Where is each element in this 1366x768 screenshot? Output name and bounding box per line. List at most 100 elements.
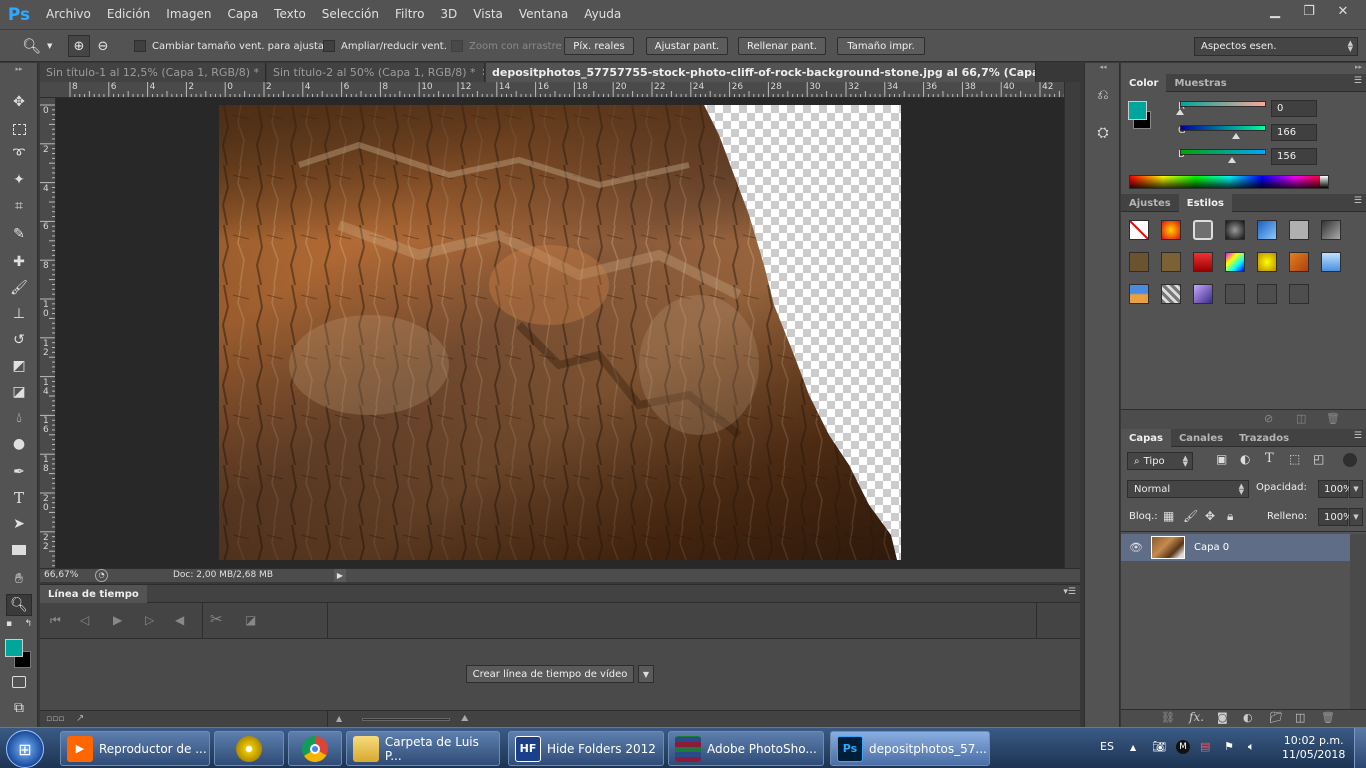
network-tray-icon[interactable]: ▤ — [1200, 740, 1210, 753]
actual-pixels-button[interactable]: Píx. reales — [564, 37, 634, 55]
horizontal-ruler[interactable]: 8 6 4 2 0 2 4 6 8 10 12 14 16 18 20 22 24 26 28 30 32 34 36 38 4… — [40, 82, 1064, 98]
g-slider[interactable] — [1180, 125, 1266, 131]
resize-window-option[interactable]: Cambiar tamaño vent. para ajustar — [134, 30, 328, 62]
panel-menu-icon[interactable]: ☰ — [1354, 431, 1362, 441]
style-none[interactable] — [1129, 220, 1149, 240]
volume-tray-icon[interactable]: 🔈︎ — [1248, 740, 1255, 754]
taskbar-carpeta[interactable]: Carpeta de Luis P... — [346, 731, 500, 766]
timeline-zoom-slider[interactable] — [362, 718, 450, 721]
filter-pixel-icon[interactable]: ▣ — [1216, 452, 1227, 466]
tab-timeline[interactable]: Línea de tiempo — [40, 585, 147, 603]
language-indicator[interactable]: ES — [1100, 740, 1114, 753]
zoom-level[interactable]: 66,67% — [44, 570, 78, 580]
style-swatch[interactable] — [1257, 220, 1277, 240]
healing-brush-tool-icon[interactable]: ✚ — [6, 251, 32, 273]
r-value-input[interactable]: 0 — [1271, 100, 1317, 117]
b-value-input[interactable]: 156 — [1271, 148, 1317, 165]
zoom-in-icon[interactable]: ⊕ — [68, 35, 90, 57]
new-layer-icon[interactable]: ◫ — [1295, 711, 1305, 724]
tab-trazados[interactable]: Trazados — [1231, 429, 1297, 447]
panel-menu-icon[interactable]: ☰ — [1354, 76, 1362, 86]
print-size-button[interactable]: Tamaño impr. — [837, 37, 925, 55]
taskbar-depositphotos[interactable]: Ps depositphotos_57... — [830, 731, 990, 766]
swap-colors-icon[interactable]: ▪ ↰ — [6, 618, 32, 630]
menu-archivo[interactable]: Archivo — [38, 0, 99, 29]
start-button[interactable]: ⊞ — [6, 730, 44, 768]
scrubby-zoom-checkbox[interactable] — [451, 40, 463, 52]
status-menu-arrow-icon[interactable]: ▶ — [334, 569, 346, 582]
menu-edicion[interactable]: Edición — [99, 0, 158, 29]
style-swatch[interactable] — [1257, 284, 1277, 304]
layer-row-capa-0[interactable]: 👁︎ Capa 0 — [1121, 534, 1350, 561]
lasso-tool-icon[interactable]: ➰︎ — [6, 143, 32, 165]
g-slider-thumb[interactable] — [1232, 133, 1240, 139]
style-swatch[interactable] — [1161, 252, 1181, 272]
filter-type-icon[interactable]: T — [1265, 451, 1274, 466]
close-icon[interactable]: ✕ — [1326, 0, 1360, 22]
workspace-select[interactable]: Aspectos esen. ▲ ▼ — [1194, 37, 1358, 56]
tab-depositphotos[interactable]: depositphotos_57757755-stock-photo-cliff… — [486, 63, 1036, 82]
tab-muestras[interactable]: Muestras — [1166, 74, 1234, 92]
style-swatch[interactable] — [1289, 284, 1309, 304]
style-swatch[interactable] — [1225, 252, 1245, 272]
zoom-out-timeline-icon[interactable]: ▲ — [336, 714, 342, 723]
type-tool-icon[interactable]: T — [6, 487, 32, 509]
play-icon[interactable]: ▶ — [113, 613, 122, 627]
clone-stamp-tool-icon[interactable]: ⊥ — [6, 303, 32, 325]
menu-capa[interactable]: Capa — [219, 0, 266, 29]
taskbar-cd-app[interactable] — [214, 731, 284, 766]
taskbar-reproductor[interactable]: ▶ Reproductor de ... — [60, 731, 210, 766]
properties-panel-icon[interactable]: ⛭ — [1093, 125, 1113, 145]
layers-scrollbar[interactable] — [1350, 534, 1366, 709]
tab-canales[interactable]: Canales — [1171, 429, 1231, 447]
adjustment-layer-icon[interactable]: ◐ — [1243, 711, 1253, 724]
render-icon[interactable]: ↗ — [76, 713, 84, 724]
history-brush-tool-icon[interactable]: ↺ — [6, 329, 32, 351]
expand-dock-icon[interactable]: ◂◂ — [1085, 63, 1121, 73]
menu-imagen[interactable]: Imagen — [158, 0, 219, 29]
zoom-tool-icon[interactable]: 🔍︎ — [6, 594, 32, 616]
rectangle-tool-icon[interactable] — [6, 539, 32, 561]
menu-ventana[interactable]: Ventana — [511, 0, 576, 29]
canvas-vertical-scrollbar[interactable] — [1064, 82, 1080, 568]
panel-menu-icon[interactable]: ☰ — [1354, 196, 1362, 206]
clear-style-icon[interactable]: ⊘ — [1264, 412, 1273, 425]
style-swatch[interactable] — [1225, 220, 1245, 240]
menu-ayuda[interactable]: Ayuda — [576, 0, 629, 29]
quick-mask-icon[interactable] — [6, 671, 32, 693]
color-fg-swatch[interactable] — [1128, 101, 1147, 120]
lock-position-icon[interactable]: ✥ — [1205, 509, 1215, 523]
marquee-tool-icon[interactable] — [6, 118, 32, 140]
collapse-panels-icon[interactable]: ▸▸ — [1121, 63, 1366, 73]
lock-transparent-icon[interactable]: ▦ — [1163, 509, 1174, 523]
menu-vista[interactable]: Vista — [465, 0, 511, 29]
move-tool-icon[interactable]: ✥ — [6, 91, 32, 113]
screen-mode-icon[interactable]: ⧉ — [6, 697, 32, 719]
close-tab-icon[interactable]: × — [482, 67, 485, 78]
tab-capas[interactable]: Capas — [1121, 429, 1171, 447]
taskbar-adobe-photoshop[interactable]: Adobe PhotoSho... — [668, 731, 824, 766]
hand-tool-icon[interactable]: ✋︎ — [6, 568, 32, 590]
camera-tray-icon[interactable]: 📷︎ — [1152, 740, 1166, 753]
blend-mode-select[interactable]: Normal ▲ ▼ — [1127, 480, 1249, 498]
show-desktop-button[interactable] — [1354, 728, 1366, 768]
eraser-tool-icon[interactable]: ◩ — [6, 355, 32, 377]
opacity-input[interactable]: 100% — [1318, 480, 1353, 498]
menu-texto[interactable]: Texto — [266, 0, 314, 29]
proof-icon[interactable]: ◔ — [95, 569, 108, 582]
taskbar-chrome[interactable] — [288, 731, 342, 766]
zoom-all-checkbox[interactable] — [323, 40, 335, 52]
color-spectrum-bar[interactable] — [1129, 175, 1329, 189]
document-canvas[interactable] — [219, 105, 901, 560]
style-swatch[interactable] — [1193, 284, 1213, 304]
crop-tool-icon[interactable]: ⌗ — [6, 195, 32, 217]
fit-screen-button[interactable]: Ajustar pant. — [646, 37, 728, 55]
style-swatch[interactable] — [1289, 220, 1309, 240]
style-swatch[interactable] — [1257, 252, 1277, 272]
filter-adjustment-icon[interactable]: ◐ — [1240, 452, 1250, 466]
menu-seleccion[interactable]: Selección — [314, 0, 387, 29]
split-icon[interactable]: ✂ — [210, 610, 223, 628]
history-panel-icon[interactable]: ⎌ — [1093, 87, 1113, 107]
layer-filter-select[interactable]: ⌕ Tipo ▲ ▼ — [1127, 452, 1193, 470]
m-tray-icon[interactable]: M — [1176, 740, 1190, 754]
